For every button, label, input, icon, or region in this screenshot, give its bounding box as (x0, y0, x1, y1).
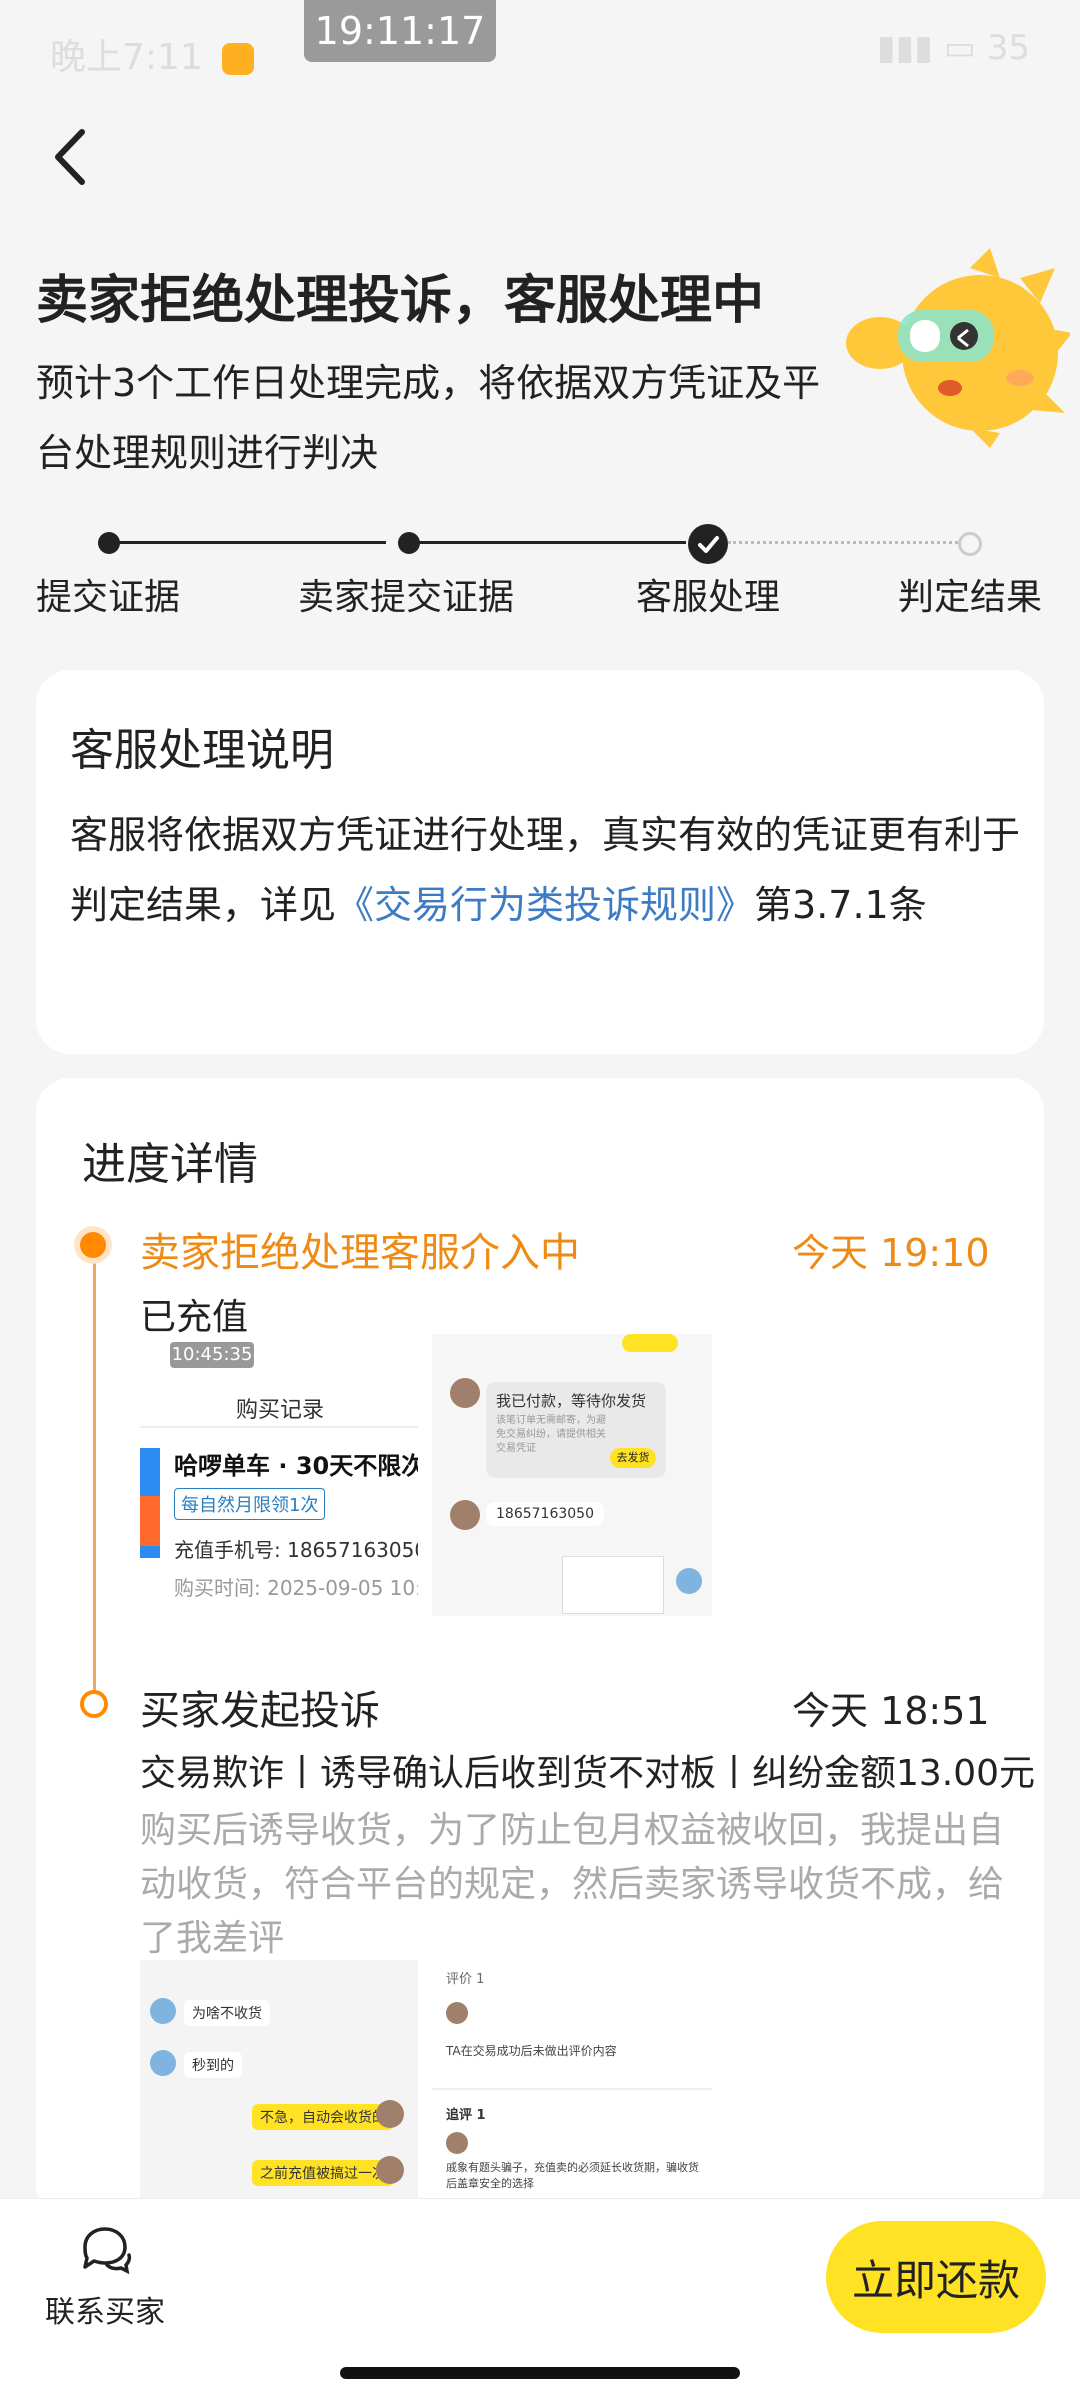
back-button[interactable] (46, 122, 106, 192)
chat-msg: 之前充值被搞过一次 (252, 2160, 394, 2186)
event-description: 购买后诱导收货，为了防止包月权益被收回，我提出自动收货，符合平台的规定，然后卖家… (140, 1810, 1005, 1959)
event-body: 已充值 (140, 1297, 249, 1338)
evidence-image-purchase[interactable]: 10:45:35 购买记录 哈啰单车 · 30天不限次· 每自然月限领1次 充值… (140, 1338, 418, 1610)
step-dot-1 (98, 532, 120, 554)
contact-buyer-label: 联系买家 (45, 2295, 165, 2330)
chat-msg: 为啥不收货 (184, 2000, 270, 2026)
event-title: 买家发起投诉 (140, 1688, 380, 1734)
status-left-text: 晚上7:11 (50, 37, 203, 78)
explain-card-text: 客服将依据双方凭证进行处理，真实有效的凭证更有利于判定结果，详见《交易行为类投诉… (70, 800, 1020, 940)
status-bar: 晚上7:11 19:11:17 ▮▮▮ ▭ 35 (0, 0, 1080, 100)
step-connector-1 (110, 541, 386, 544)
review-followup-header: 追评 1 (446, 2108, 486, 2123)
event-time: 今天 19:10 (792, 1231, 990, 1275)
chat-msg: 不急，自动会收货的 (252, 2104, 394, 2130)
step-connector-3 (728, 541, 958, 544)
chat-card-msg: 我已付款，等待你发货 (496, 1392, 647, 1410)
avatar (376, 2100, 404, 2128)
contact-buyer-button[interactable]: 联系买家 (40, 2225, 170, 2331)
bottom-bar: 联系买家 立即还款 (0, 2198, 1080, 2401)
review-divider (432, 2088, 712, 2090)
step-label-1: 提交证据 (36, 577, 181, 618)
step-label-3: 客服处理 (636, 577, 781, 618)
explain-text-after: 第3.7.1条 (754, 883, 927, 927)
avatar (150, 1998, 176, 2024)
check-icon (698, 536, 719, 553)
thumb-purchase-time: 购买时间: 2025-09-05 10:45:04 (174, 1576, 418, 1600)
status-indicators: ▮▮▮ ▭ 35 (877, 28, 1030, 68)
chat-bubble-icon (83, 2227, 132, 2275)
evidence-image-chat-2[interactable]: 为啥不收货 秒到的 不急，自动会收货的 之前充值被搞过一次 (140, 1960, 418, 2198)
event-time: 今天 18:51 (792, 1689, 990, 1733)
avatar (446, 2132, 468, 2154)
avatar (446, 2002, 468, 2024)
step-dot-3-current (688, 524, 728, 564)
avatar (376, 2156, 404, 2184)
timeline-dot-past (80, 1690, 108, 1718)
avatar (676, 1568, 702, 1594)
back-arrow-icon (55, 129, 85, 185)
page-subtitle: 预计3个工作日处理完成，将依据双方凭证及平台处理规则进行判决 (36, 361, 821, 475)
battery-icon: ▭ (943, 28, 987, 68)
thumb-product: 哈啰单车 · 30天不限次· (174, 1452, 418, 1480)
thumb-divider (140, 1426, 418, 1428)
signal-icon: ▮▮▮ (876, 28, 944, 68)
thumb-tag: 每自然月限领1次 (174, 1488, 326, 1520)
repay-now-button[interactable]: 立即还款 (826, 2221, 1046, 2333)
chat-product-card (562, 1556, 664, 1614)
rule-link[interactable]: 《交易行为类投诉规则》 (336, 883, 754, 927)
chat-phone-msg: 18657163050 (486, 1502, 604, 1526)
battery-level: 35 (986, 28, 1030, 68)
step-dot-2 (398, 532, 420, 554)
status-clock: 晚上7:11 (50, 28, 255, 80)
step-label-2: 卖家提交证据 (298, 577, 515, 618)
evidence-image-chat[interactable]: 我已付款，等待你发货 该笔订单无需邮寄，为避免交易纠纷，请提供相关交易凭证 去发… (432, 1334, 712, 1616)
timeline-dot-current (80, 1232, 106, 1258)
step-label-4: 判定结果 (898, 577, 1043, 618)
event-title: 卖家拒绝处理客服介入中 (140, 1230, 580, 1276)
thumb-header: 购买记录 (236, 1398, 325, 1423)
page-title: 卖家拒绝处理投诉，客服处理中 (36, 271, 765, 331)
evidence-image-review[interactable]: 评价 1 TA在交易成功后未做出评价内容 追评 1 戚象有题头骗子，充值卖的必须… (432, 1960, 712, 2198)
home-indicator[interactable] (340, 2367, 740, 2379)
chat-msg: 秒到的 (184, 2052, 242, 2078)
explain-card: 客服处理说明 客服将依据双方凭证进行处理，真实有效的凭证更有利于判定结果，详见《… (36, 670, 1044, 1054)
step-connector-2 (410, 541, 686, 544)
screen-recording-time: 19:11:17 (304, 0, 496, 62)
event-body: 交易欺诈丨诱导确认后收到货不对板丨纠纷金额13.00元 (140, 1753, 1036, 1794)
step-dot-4-pending (958, 532, 982, 556)
review-header: 评价 1 (446, 1972, 485, 1987)
thumb-time: 10:45:35 (170, 1342, 254, 1368)
notification-app-icon (222, 43, 255, 75)
chat-bubble-top (622, 1334, 678, 1352)
review-text: TA在交易成功后未做出评价内容 (446, 2044, 617, 2058)
avatar (150, 2050, 176, 2076)
chat-card: 我已付款，等待你发货 该笔订单无需邮寄，为避免交易纠纷，请提供相关交易凭证 去发… (486, 1382, 666, 1478)
avatar (450, 1500, 480, 1530)
chat-card-button: 去发货 (610, 1448, 656, 1468)
review-followup-text: 戚象有题头骗子，充值卖的必须延长收货期，骗收货后盖章安全的选择 (446, 2161, 699, 2190)
product-image-accent (140, 1496, 160, 1546)
thumb-phone: 充值手机号: 18657163050 (174, 1538, 418, 1562)
timeline-line (93, 1252, 96, 1692)
chat-card-sub: 该笔订单无需邮寄，为避免交易纠纷，请提供相关交易凭证 (496, 1415, 606, 1454)
avatar (450, 1378, 480, 1408)
progress-card-title: 进度详情 (82, 1139, 258, 1190)
mascot-icon (846, 248, 1070, 448)
explain-card-title: 客服处理说明 (70, 725, 334, 776)
